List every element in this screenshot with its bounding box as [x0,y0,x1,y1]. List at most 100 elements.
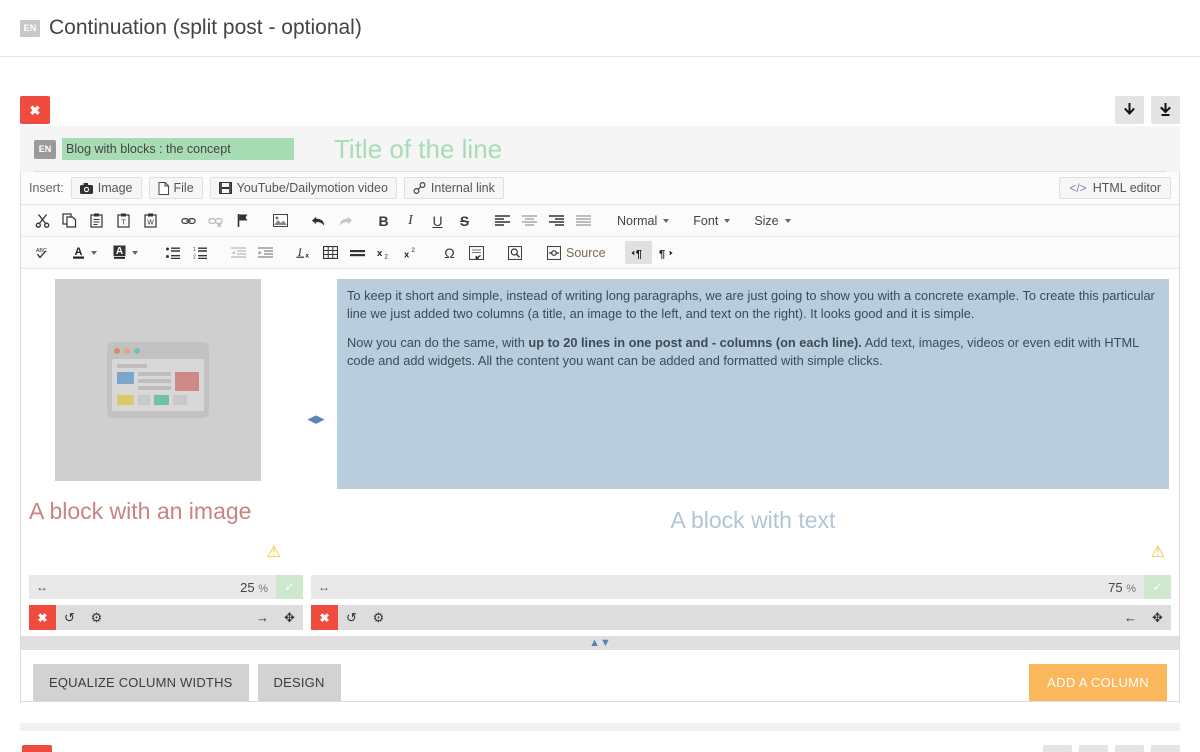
vertical-resize-bar[interactable]: ▲▼ [21,636,1179,650]
move-column-right-icon[interactable]: → [249,605,276,630]
drag-column-icon[interactable]: ✥ [276,605,303,630]
numbered-list-icon[interactable]: 12 [187,241,214,264]
next-line-move-top-icon[interactable] [1079,745,1108,752]
svg-text:A: A [75,246,83,258]
column-text-move-controls: ← ✥ [1117,605,1171,630]
column-image-width-field[interactable]: ↔ 25 % [29,575,276,599]
column-text-width-value: 75 % [1108,579,1136,595]
redo-icon[interactable] [332,209,359,232]
justify-icon[interactable] [570,209,597,232]
move-line-down-icon[interactable] [1115,96,1144,124]
preview-icon[interactable] [501,241,528,264]
column-resize-gutter[interactable]: ◀▶ [295,269,337,569]
link-icon[interactable] [175,209,202,232]
insert-internal-link-button[interactable]: Internal link [403,177,504,199]
delete-column-button[interactable]: ✖ [311,605,338,630]
align-left-icon[interactable] [489,209,516,232]
clipboard-group: T W [29,209,164,232]
svg-text:2: 2 [412,247,416,254]
indent-icon[interactable] [252,241,279,264]
reset-column-button[interactable]: ↺ [56,605,83,630]
cut-icon[interactable] [29,209,56,232]
html-editor-button[interactable]: </> HTML editor [1059,177,1171,199]
vertical-resize-handle-icon[interactable]: ▲▼ [589,637,611,649]
columns-area: A block with an image ⚠ ◀▶ To keep it sh… [21,269,1179,569]
paste-icon[interactable] [83,209,110,232]
subscript-icon[interactable]: x2 [371,241,398,264]
paragraph-format-select[interactable]: Normal [608,209,678,232]
bulleted-list-icon[interactable] [160,241,187,264]
column-settings-gear-icon[interactable]: ⚙ [365,605,392,630]
design-button[interactable]: DESIGN [257,664,341,701]
column-text-width-confirm-button[interactable]: ✓ [1144,575,1171,599]
table-icon[interactable] [317,241,344,264]
font-size-select[interactable]: Size [745,209,799,232]
equalize-column-widths-button[interactable]: EQUALIZE COLUMN WIDTHS [33,664,249,701]
editor-toolbar-row-1: T W B I U S Normal Font Size [21,205,1179,237]
warning-triangle-icon[interactable]: ⚠ [267,545,281,561]
anchor-flag-icon[interactable] [229,209,256,232]
source-button[interactable]: Source [539,241,614,264]
code-icon: </> [1069,181,1087,195]
next-line-move-down-icon[interactable] [1115,745,1144,752]
delete-line-button[interactable]: ✖ [20,96,50,124]
column-image-width-confirm-button[interactable]: ✓ [276,575,303,599]
svg-text:x: x [305,253,309,260]
next-line-move-bottom-icon[interactable] [1151,745,1180,752]
page-break-icon[interactable] [463,241,490,264]
insert-video-button[interactable]: YouTube/Dailymotion video [209,177,397,199]
column-text-width-field[interactable]: ↔ 75 % [311,575,1144,599]
text-direction-rtl-icon[interactable]: ¶ [652,241,679,264]
align-right-icon[interactable] [543,209,570,232]
outdent-icon[interactable] [225,241,252,264]
insert-image-label: Image [97,181,133,195]
column-text-controls: ✖ ↺ ⚙ ← ✥ [311,605,1171,630]
horizontal-rule-icon[interactable] [344,241,371,264]
dot-green [134,348,140,354]
warning-triangle-icon[interactable]: ⚠ [1151,545,1165,561]
superscript-icon[interactable]: x2 [398,241,425,264]
delete-column-button[interactable]: ✖ [29,605,56,630]
line-title-input[interactable] [62,138,294,160]
page-title: Continuation (split post - optional) [49,16,362,39]
image-icon[interactable] [267,209,294,232]
reset-column-button[interactable]: ↺ [338,605,365,630]
strikethrough-icon[interactable]: S [451,209,478,232]
move-line-bottom-icon[interactable] [1151,96,1180,124]
insert-file-button[interactable]: File [148,177,203,199]
text-direction-ltr-icon[interactable]: ¶ [624,241,652,264]
text-color-icon[interactable]: A [67,241,102,264]
add-a-column-button[interactable]: ADD A COLUMN [1029,664,1167,701]
paste-text-icon[interactable]: T [110,209,137,232]
undo-icon[interactable] [305,209,332,232]
next-line-move-up-icon[interactable] [1043,745,1072,752]
line-action-buttons: EQUALIZE COLUMN WIDTHS DESIGN ADD A COLU… [21,664,1179,701]
text-block-content[interactable]: To keep it short and simple, instead of … [337,279,1169,489]
unlink-icon[interactable] [202,209,229,232]
paste-word-icon[interactable]: W [137,209,164,232]
column-image-controls: ✖ ↺ ⚙ → ✥ [29,605,303,630]
file-icon [158,181,169,195]
insert-internal-link-label: Internal link [430,181,495,195]
remove-format-icon[interactable]: Ix [290,241,317,264]
font-family-select[interactable]: Font [684,209,739,232]
move-column-left-icon[interactable]: ← [1117,605,1144,630]
svg-text:¶: ¶ [659,248,665,259]
alignment-group [489,209,597,232]
image-placeholder[interactable] [55,279,261,481]
column-footers: ↔ 25 % ✓ ✖ ↺ ⚙ → ✥ ↔ 75 % ✓ ✖ ↺ ⚙ ← ✥ [21,569,1179,630]
insert-image-button[interactable]: Image [70,177,142,199]
align-center-icon[interactable] [516,209,543,232]
spellcheck-icon[interactable]: ABC [29,241,56,264]
bold-icon[interactable]: B [370,209,397,232]
next-line-delete-button[interactable] [22,745,52,752]
special-char-icon[interactable]: Ω [436,241,463,264]
column-settings-gear-icon[interactable]: ⚙ [83,605,110,630]
horizontal-resize-handle-icon[interactable]: ◀▶ [308,413,325,426]
underline-icon[interactable]: U [424,209,451,232]
copy-icon[interactable] [56,209,83,232]
background-color-icon[interactable]: A [108,241,143,264]
italic-icon[interactable]: I [397,209,424,232]
drag-column-icon[interactable]: ✥ [1144,605,1171,630]
camera-icon [79,182,93,194]
